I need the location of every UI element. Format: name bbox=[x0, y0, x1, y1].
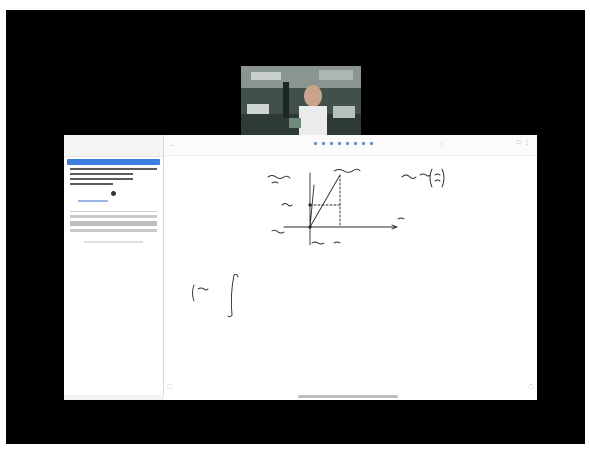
sidebar-footer-line bbox=[84, 241, 143, 243]
sidebar-item-active[interactable] bbox=[67, 159, 160, 165]
canvas-corner-icon: ◯ bbox=[528, 384, 534, 390]
handwritten-diagram bbox=[192, 168, 445, 318]
canvas-corner-icon: ◯ bbox=[167, 384, 173, 390]
sidebar-text-line bbox=[70, 183, 113, 185]
sidebar-text-line bbox=[70, 178, 133, 180]
sidebar-field[interactable] bbox=[70, 221, 157, 226]
horizontal-scrollbar[interactable] bbox=[298, 395, 398, 398]
sidebar-dot-icon bbox=[111, 191, 116, 196]
sidebar-header bbox=[64, 135, 163, 157]
person-webcam-icon bbox=[241, 66, 361, 136]
sidebar-text-line bbox=[70, 168, 157, 170]
sidebar-field bbox=[70, 229, 157, 232]
shared-screen: ← ○ □ ⋮ ◯ ◯ bbox=[64, 135, 537, 400]
sidebar-field bbox=[70, 215, 157, 218]
sidebar-text-line bbox=[70, 173, 133, 175]
sidebar-divider bbox=[70, 211, 157, 212]
webcam-overlay bbox=[241, 66, 361, 136]
sidebar bbox=[64, 135, 164, 395]
sidebar-link[interactable] bbox=[78, 200, 108, 202]
whiteboard-canvas[interactable]: ← ○ □ ⋮ ◯ ◯ bbox=[164, 135, 537, 400]
